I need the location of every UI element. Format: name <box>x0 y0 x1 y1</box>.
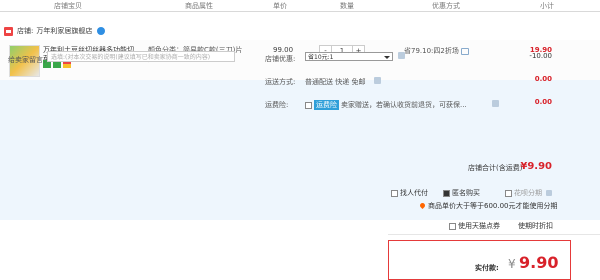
insurance-info-icon[interactable] <box>492 100 499 107</box>
shop-icon <box>4 26 13 36</box>
chat-icon[interactable] <box>97 27 106 35</box>
item-price: 99.00 <box>273 46 294 54</box>
insurance-checkbox[interactable] <box>305 101 312 109</box>
insurance-label: 运费险: <box>265 101 289 109</box>
tmall-coupon-checkbox[interactable] <box>449 222 456 230</box>
payment-box: 实付款: ¥ 9.90 <box>388 240 571 280</box>
promo-info-icon[interactable] <box>460 47 469 55</box>
header-item: 店铺宝贝 <box>54 2 82 10</box>
header-subtotal: 小计 <box>540 2 554 10</box>
table-header: 店铺宝贝 商品属性 单价 数量 优惠方式 小计 <box>0 0 600 12</box>
tmall-coupon-option[interactable]: 使用天猫点券 <box>449 221 500 231</box>
shipping-label: 运送方式: <box>265 78 296 86</box>
anonymous-label: 匿名购买 <box>452 189 480 197</box>
insurance-amount: 0.00 <box>534 98 552 106</box>
insurance-badge: 运费险 <box>314 100 339 110</box>
tmall-date: 使期时折扣 <box>518 222 553 230</box>
shipping-amount: 0.00 <box>534 75 552 83</box>
friend-pay-checkbox[interactable] <box>391 189 398 197</box>
payment-currency: ¥ <box>508 257 516 271</box>
option-installment[interactable]: 花呗分期 <box>505 188 552 198</box>
option-friend-pay[interactable]: 找人代付 <box>391 188 428 198</box>
item-promo: 省79.10:四2折场 <box>404 46 469 56</box>
payment-value: 9.90 <box>519 253 559 272</box>
anonymous-checkbox[interactable] <box>443 189 450 197</box>
message-input[interactable]: 选填:(对本次交易的说明(建议填写已和卖家协商一致的内容) <box>47 51 235 62</box>
promo-text: 省79.10:四2折场 <box>404 47 459 55</box>
location-pin-icon <box>418 201 427 210</box>
store-discount-label: 店铺优惠: <box>265 55 296 63</box>
shop-row: 店铺: 万年利家居旗舰店 <box>4 25 106 37</box>
option-anonymous[interactable]: 匿名购买 <box>443 188 480 198</box>
store-total-value: ¥9.90 <box>520 161 552 172</box>
store-discount-select[interactable]: 省10元:1 <box>305 52 393 61</box>
installment-note: 商品单价大于等于600.00元才能使用分期 <box>418 201 558 211</box>
store-discount-amount: -10.00 <box>529 52 552 60</box>
header-price: 单价 <box>273 2 287 10</box>
discount-chat-icon[interactable] <box>398 52 405 59</box>
insurance-row: 运费险 卖家赠送，若确认收货前退货，可获保... <box>305 100 467 110</box>
shipping-info-icon[interactable] <box>374 77 381 84</box>
store-total-label: 店铺合计(含运费) <box>468 164 523 172</box>
message-label: 给卖家留言： <box>8 56 50 64</box>
shipping-method[interactable]: 普通配送 快递 免邮 <box>305 77 365 87</box>
installment-info-icon[interactable] <box>546 190 552 196</box>
header-promo: 优惠方式 <box>432 2 460 10</box>
friend-pay-label: 找人代付 <box>400 189 428 197</box>
installment-checkbox[interactable] <box>505 189 512 197</box>
tmall-coupon-label: 使用天猫点券 <box>458 222 500 230</box>
installment-note-text: 商品单价大于等于600.00元才能使用分期 <box>428 202 558 210</box>
header-qty: 数量 <box>340 2 354 10</box>
shop-label: 店铺: <box>17 27 34 35</box>
header-attr: 商品属性 <box>185 2 213 10</box>
insurance-text: 卖家赠送，若确认收货前退货，可获保... <box>341 101 467 109</box>
divider <box>388 234 600 235</box>
shop-name-link[interactable]: 万年利家居旗舰店 <box>36 26 92 36</box>
installment-label: 花呗分期 <box>514 189 542 197</box>
